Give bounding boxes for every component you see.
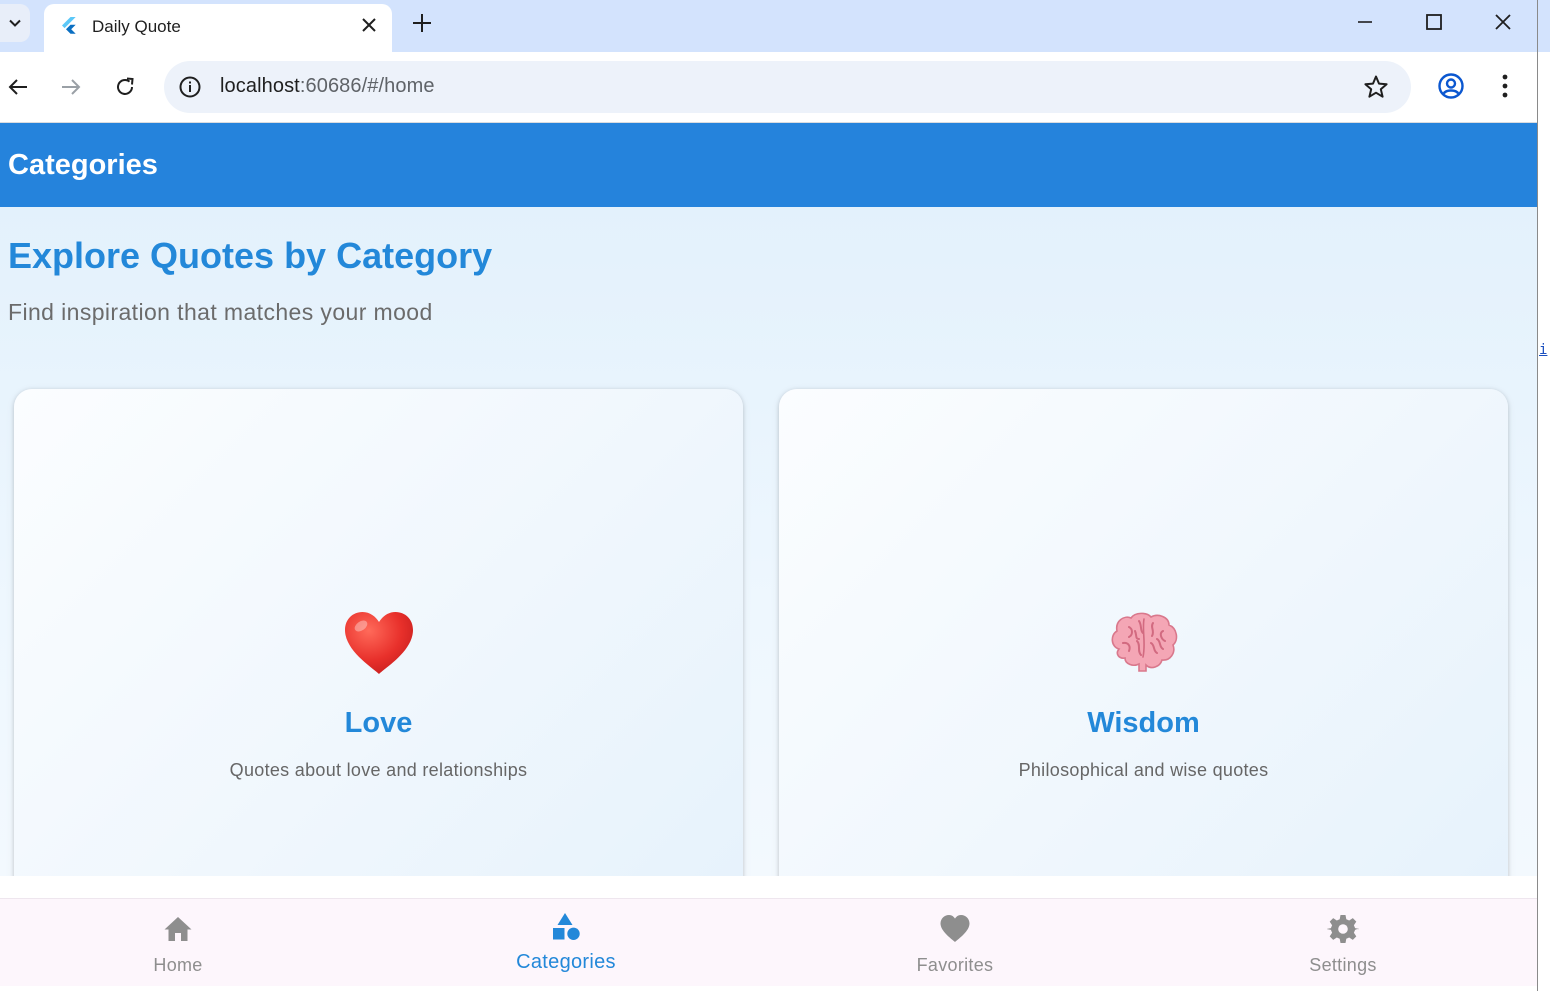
categories-page: Explore Quotes by Category Find inspirat… xyxy=(0,207,1537,876)
maximize-button[interactable] xyxy=(1414,8,1454,36)
nav-label: Home xyxy=(153,955,203,975)
tab-search-button[interactable] xyxy=(0,4,30,42)
background-window-titlebar xyxy=(1538,0,1550,52)
close-icon xyxy=(1495,14,1511,30)
back-button[interactable] xyxy=(3,72,33,102)
url-host: localhost xyxy=(220,75,300,97)
content-bottom-spacer xyxy=(0,876,1537,898)
arrow-right-icon xyxy=(62,79,81,95)
new-tab-icon[interactable] xyxy=(410,11,434,35)
flutter-logo-icon xyxy=(62,17,76,34)
minimize-button[interactable] xyxy=(1345,8,1385,36)
red-heart-emoji xyxy=(14,611,743,681)
app-bar: Categories xyxy=(0,123,1537,207)
category-card-love[interactable]: Love Quotes about love and relationships xyxy=(14,389,743,876)
url-path: :60686/#/home xyxy=(299,75,435,97)
chevron-down-icon xyxy=(9,19,21,27)
address-bar[interactable]: localhost:60686/#/home xyxy=(164,61,1411,113)
page-title: Explore Quotes by Category xyxy=(8,235,493,276)
app-bar-title: Categories xyxy=(8,149,158,181)
forward-button[interactable] xyxy=(56,72,86,102)
nav-label: Categories xyxy=(516,951,616,973)
nav-item-home[interactable]: Home xyxy=(0,899,370,987)
profile-icon[interactable] xyxy=(1437,72,1465,100)
category-icon xyxy=(553,913,580,940)
close-window-button[interactable] xyxy=(1483,8,1523,36)
tab-title: Daily Quote xyxy=(92,17,181,36)
url-text[interactable]: localhost:60686/#/home xyxy=(220,75,435,98)
home-icon xyxy=(164,917,192,941)
close-tab-icon[interactable] xyxy=(360,16,378,34)
nav-item-settings[interactable]: Settings xyxy=(1151,899,1535,987)
page-subtitle: Find inspiration that matches your mood xyxy=(8,299,433,325)
browser-toolbar: localhost:60686/#/home xyxy=(0,52,1537,122)
bookmark-star-icon[interactable] xyxy=(1363,74,1389,100)
maximize-icon xyxy=(1426,14,1442,30)
background-window-edge: i xyxy=(1537,0,1550,991)
category-description: Philosophical and wise quotes xyxy=(1018,760,1269,780)
browser-tab-strip: Daily Quote xyxy=(0,0,1537,52)
arrow-left-icon xyxy=(8,79,27,95)
nav-item-categories[interactable]: Categories xyxy=(374,899,758,987)
category-card-wisdom[interactable]: Wisdom Philosophical and wise quotes xyxy=(779,389,1508,876)
category-title: Wisdom xyxy=(1087,707,1200,739)
browser-tab[interactable]: Daily Quote xyxy=(44,4,392,52)
site-info-icon[interactable] xyxy=(178,75,202,99)
brain-emoji-icon xyxy=(1111,612,1177,672)
reload-icon xyxy=(117,77,134,95)
gear-icon xyxy=(1327,915,1359,943)
background-link-fragment: i xyxy=(1539,342,1548,358)
nav-label: Settings xyxy=(1309,955,1377,975)
heart-icon xyxy=(940,915,970,942)
more-options-icon[interactable] xyxy=(1492,72,1518,100)
category-title: Love xyxy=(344,707,413,739)
minimize-icon xyxy=(1358,21,1372,23)
nav-label: Favorites xyxy=(916,955,994,975)
category-description: Quotes about love and relationships xyxy=(229,760,528,780)
bottom-navigation-bar: Home Categories Favorites Settings xyxy=(0,898,1537,986)
brain-emoji xyxy=(779,611,1508,681)
nav-item-favorites[interactable]: Favorites xyxy=(763,899,1147,987)
window-bottom-edge xyxy=(0,986,1537,991)
heart-emoji-icon xyxy=(344,612,413,674)
reload-button[interactable] xyxy=(110,72,140,102)
